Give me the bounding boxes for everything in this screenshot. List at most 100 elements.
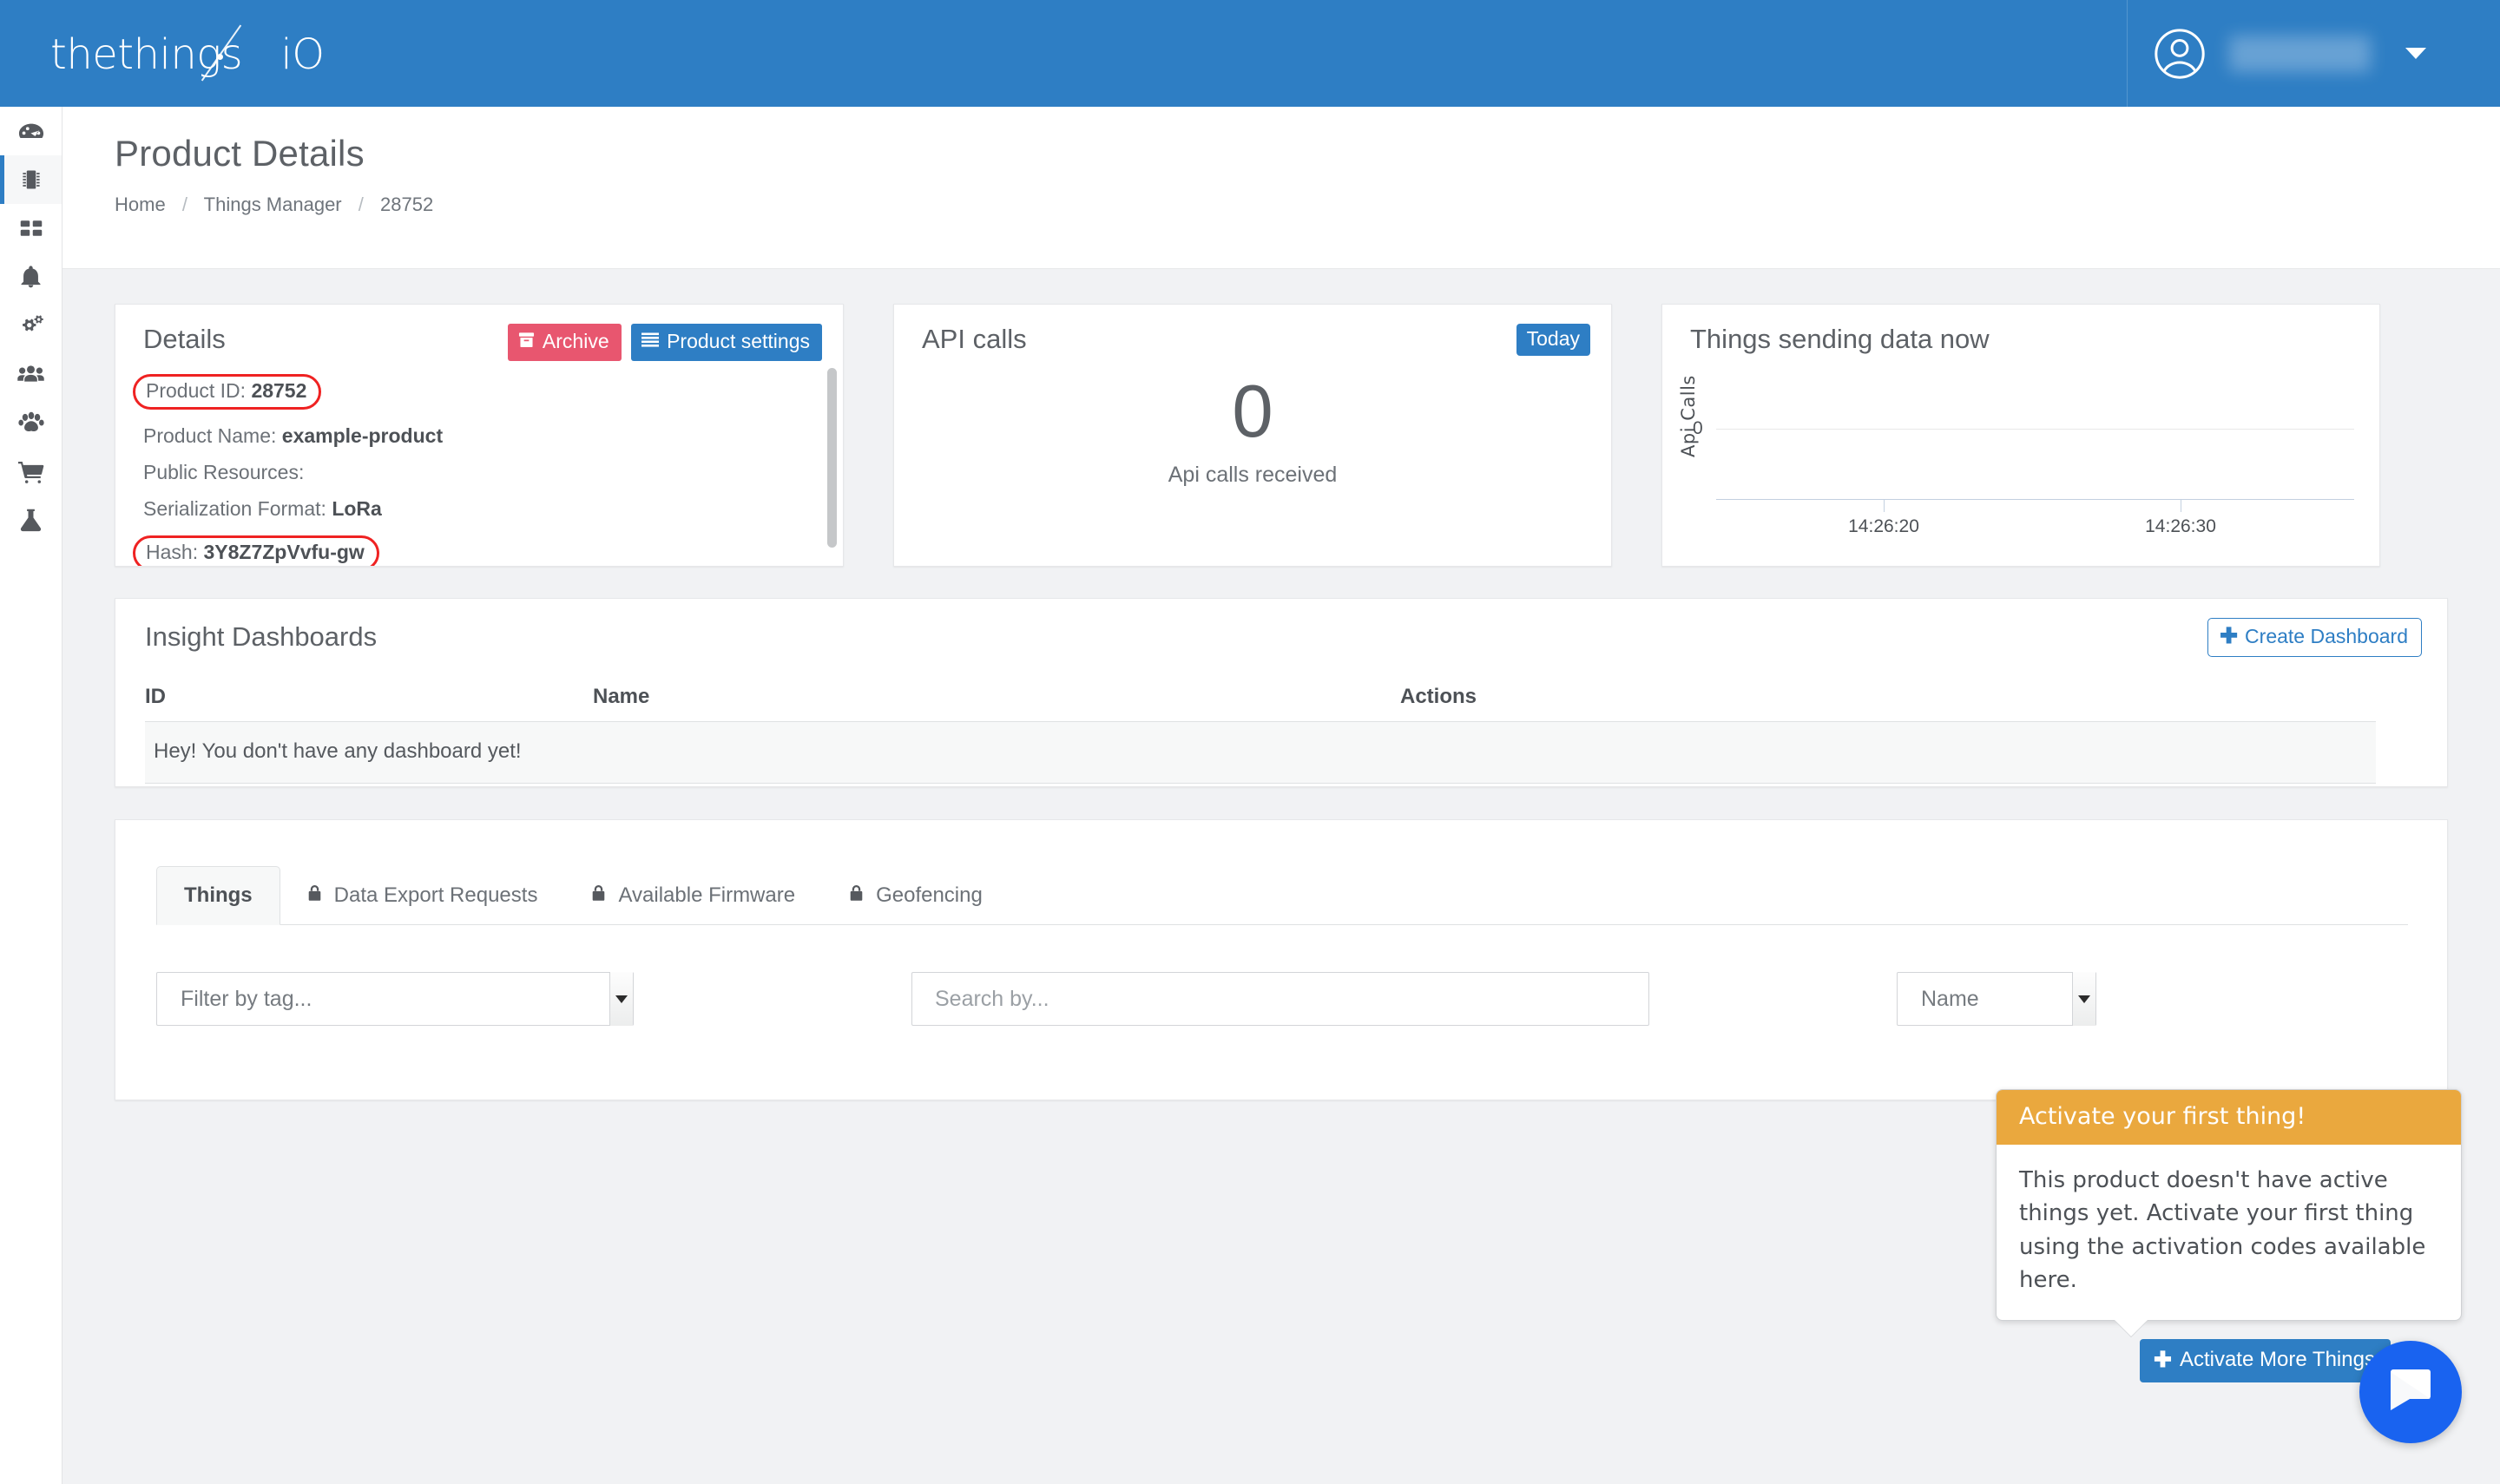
archive-button-label: Archive xyxy=(543,330,609,353)
tab-label: Data Export Requests xyxy=(334,883,538,908)
search-input[interactable] xyxy=(911,972,1649,1026)
api-calls-header: API calls Today xyxy=(894,305,1611,356)
dashboards-table-header: ID Name Actions xyxy=(145,685,2376,721)
flask-icon xyxy=(19,508,43,532)
lock-icon xyxy=(591,883,606,908)
user-circle-icon xyxy=(2154,28,2206,80)
microchip-icon xyxy=(19,167,43,192)
activate-first-thing-popover: Activate your first thing! This product … xyxy=(1996,1089,2462,1321)
detail-label: Public Resources: xyxy=(143,461,304,483)
popover-body: This product doesn't have active things … xyxy=(1997,1145,2461,1320)
detail-row-hash: Hash: 3Y8Z7ZpVvfu-gw xyxy=(143,535,808,567)
sidebar-item-store[interactable] xyxy=(0,447,62,496)
things-chart-title: Things sending data now xyxy=(1690,324,2379,355)
create-dashboard-label: Create Dashboard xyxy=(2245,625,2408,648)
chart-y-axis-label: Api Calls xyxy=(1678,375,1699,457)
product-settings-button[interactable]: Product settings xyxy=(631,324,822,361)
sidebar-item-users[interactable] xyxy=(0,350,62,398)
chat-widget-button[interactable] xyxy=(2359,1341,2462,1443)
things-chart-header: Things sending data now xyxy=(1662,305,2379,355)
app-logo[interactable]: thethings iO xyxy=(50,24,337,85)
activate-more-things-button[interactable]: ✚ Activate More Things xyxy=(2140,1339,2391,1382)
archive-button[interactable]: Archive xyxy=(508,324,622,361)
product-id-highlight: Product ID: 28752 xyxy=(133,374,321,410)
detail-value: 28752 xyxy=(251,379,306,402)
shopping-cart-icon xyxy=(18,460,44,483)
tab-strip: Things Data Export Requests xyxy=(156,866,2408,925)
detail-row-product-name: Product Name: example-product xyxy=(143,426,808,446)
api-calls-title: API calls xyxy=(922,324,1027,355)
tab-data-export-requests[interactable]: Data Export Requests xyxy=(280,866,565,924)
activate-more-things-label: Activate More Things xyxy=(2180,1348,2375,1372)
detail-label: Hash: xyxy=(146,541,198,563)
sidebar-item-alerts[interactable] xyxy=(0,253,62,301)
user-menu[interactable] xyxy=(2127,0,2500,107)
column-header-id: ID xyxy=(145,685,593,709)
breadcrumb-item-things-manager[interactable]: Things Manager xyxy=(204,194,342,215)
sidebar-item-dashboards[interactable] xyxy=(0,204,62,253)
chat-bubble-icon xyxy=(2384,1363,2438,1422)
product-settings-button-label: Product settings xyxy=(667,330,810,353)
details-card-header: Details Archive xyxy=(115,305,843,361)
detail-label: Product Name: xyxy=(143,424,276,447)
search-field-value: Name xyxy=(1921,987,1979,1012)
page-title: Product Details xyxy=(115,131,2500,177)
archive-box-icon xyxy=(518,330,535,353)
chart-gridline xyxy=(1716,429,2354,430)
chevron-down-icon[interactable] xyxy=(2072,972,2095,1026)
dashboards-empty-row: Hey! You don't have any dashboard yet! xyxy=(145,721,2376,784)
hash-highlight: Hash: 3Y8Z7ZpVvfu-gw xyxy=(133,535,379,567)
top-header-bar: thethings iO xyxy=(0,0,2500,107)
chevron-down-icon[interactable] xyxy=(2405,48,2426,59)
tab-things[interactable]: Things xyxy=(156,866,280,925)
breadcrumb: Home / Things Manager / 28752 xyxy=(115,194,2500,216)
users-icon xyxy=(17,363,44,385)
tachometer-dashboard-icon xyxy=(18,118,44,144)
tab-geofencing[interactable]: Geofencing xyxy=(822,866,1010,924)
filter-by-tag-select[interactable]: Filter by tag... xyxy=(156,972,634,1026)
content-container: Details Archive xyxy=(62,269,2500,1100)
detail-label: Product ID: xyxy=(146,379,246,402)
chart-x-axis xyxy=(1716,499,2354,500)
logo-dot-decoration xyxy=(217,54,223,60)
chart-y-tick-0: 0 xyxy=(1693,418,1703,439)
breadcrumb-item-home[interactable]: Home xyxy=(115,194,166,215)
page-header: Product Details Home / Things Manager / … xyxy=(62,107,2500,269)
logo-label: thethings iO xyxy=(50,24,337,85)
today-badge[interactable]: Today xyxy=(1516,324,1590,356)
filters-row: Filter by tag... Name xyxy=(156,972,2408,1026)
dashboards-table: ID Name Actions Hey! You don't have any … xyxy=(145,685,2376,784)
tab-label: Available Firmware xyxy=(618,883,795,908)
details-field-list: Product ID: 28752 Product Name: example-… xyxy=(115,361,843,567)
api-calls-card: API calls Today 0 Api calls received xyxy=(893,304,1612,567)
chart-x-tick-label-2: 14:26:30 xyxy=(2145,516,2216,537)
sidebar-item-things-manager[interactable] xyxy=(0,155,62,204)
sidebar-item-settings[interactable] xyxy=(0,301,62,350)
detail-row-serialization-format: Serialization Format: LoRa xyxy=(143,499,808,519)
left-sidebar-nav xyxy=(0,107,62,1484)
detail-value: LoRa xyxy=(332,497,382,520)
user-name-label xyxy=(2229,36,2371,72)
summary-cards-row: Details Archive xyxy=(115,304,2448,567)
insight-dashboards-title: Insight Dashboards xyxy=(145,621,2447,653)
detail-row-product-id: Product ID: 28752 xyxy=(143,374,808,410)
popover-title: Activate your first thing! xyxy=(1997,1090,2461,1145)
th-large-grid-icon xyxy=(19,216,43,240)
plus-icon: ✚ xyxy=(2154,1349,2172,1371)
details-card: Details Archive xyxy=(115,304,844,567)
chevron-down-icon[interactable] xyxy=(609,972,633,1026)
search-field-select[interactable]: Name xyxy=(1897,972,2096,1026)
sidebar-item-labs[interactable] xyxy=(0,496,62,544)
paw-icon xyxy=(18,411,44,435)
sidebar-item-paw[interactable] xyxy=(0,398,62,447)
create-dashboard-button[interactable]: ✚ Create Dashboard xyxy=(2207,618,2422,657)
detail-label: Serialization Format: xyxy=(143,497,326,520)
api-calls-subtitle: Api calls received xyxy=(894,463,1611,488)
sidebar-item-dashboard[interactable] xyxy=(0,107,62,155)
breadcrumb-separator: / xyxy=(359,194,364,215)
tab-available-firmware[interactable]: Available Firmware xyxy=(564,866,822,924)
things-line-chart: Api Calls 0 14:26:20 14:26:30 xyxy=(1662,367,2381,568)
details-card-actions: Archive Product settings xyxy=(508,324,822,361)
details-scrollbar[interactable] xyxy=(827,368,837,548)
things-tabs-card: Things Data Export Requests xyxy=(115,819,2448,1100)
